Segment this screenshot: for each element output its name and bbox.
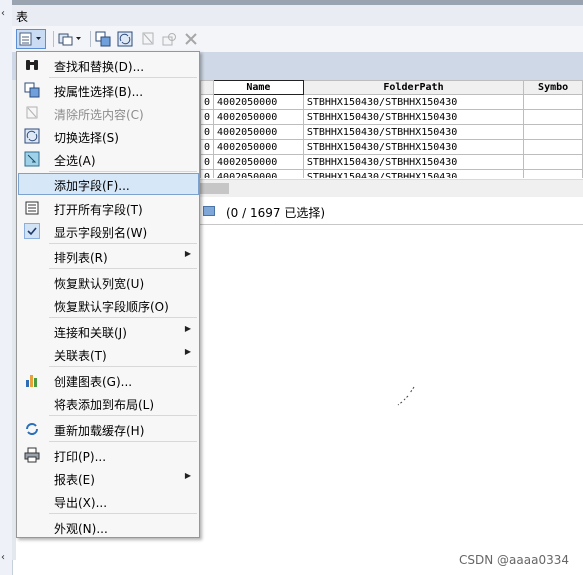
- switch-selection-icon: [117, 31, 133, 47]
- table-cell[interactable]: 0: [200, 154, 215, 170]
- table-cell[interactable]: 0: [200, 139, 215, 155]
- column-header-symbol[interactable]: Symbo: [523, 80, 583, 95]
- table-cell[interactable]: STBHHX150430/STBHHX150430: [302, 169, 525, 178]
- table-view-icon[interactable]: [203, 206, 215, 216]
- table-row[interactable]: 0 4002050000 STBHHX150430/STBHHX150430: [200, 169, 583, 178]
- table-toolbar: [12, 26, 583, 53]
- table-cell[interactable]: [523, 124, 583, 140]
- clear-selection-toolbar-button: [139, 29, 157, 49]
- submenu-arrow-icon: ▶: [184, 249, 191, 258]
- submenu-arrow-icon: ▶: [184, 347, 191, 356]
- table-row[interactable]: 0 4002050000 STBHHX150430/STBHHX150430: [200, 139, 583, 155]
- menu-item-appearance[interactable]: 外观(N)...: [18, 516, 199, 538]
- menu-item-add-field[interactable]: 添加字段(F)...: [18, 173, 199, 195]
- menu-item-restore-column-widths[interactable]: 恢复默认列宽(U): [18, 271, 199, 293]
- table-cell[interactable]: STBHHX150430/STBHHX150430: [302, 109, 525, 125]
- menu-item-print[interactable]: 打印(P)...: [18, 444, 199, 466]
- switch-selection-icon: [24, 128, 40, 144]
- table-cell[interactable]: 4002050000: [213, 109, 304, 125]
- table-row[interactable]: 0 4002050000 STBHHX150430/STBHHX150430: [200, 124, 583, 140]
- menu-item-switch-selection[interactable]: 切换选择(S): [18, 125, 199, 147]
- horizontal-scrollbar[interactable]: [200, 179, 583, 197]
- list-icon: [24, 200, 40, 216]
- menu-item-show-field-aliases[interactable]: 显示字段别名(W): [18, 220, 199, 242]
- menu-item-export[interactable]: 导出(X)...: [18, 490, 199, 512]
- table-cell[interactable]: 4002050000: [213, 154, 304, 170]
- menu-item-select-all[interactable]: 全选(A): [18, 148, 199, 170]
- column-header-folderpath[interactable]: FolderPath: [302, 80, 525, 95]
- printer-icon: [24, 447, 40, 463]
- bar-chart-icon: [24, 372, 40, 388]
- table-window-titlebar: 表: [12, 5, 583, 27]
- column-header-name[interactable]: Name: [213, 80, 304, 95]
- table-cell[interactable]: 0: [200, 169, 215, 178]
- table-row[interactable]: 0 4002050000 STBHHX150430/STBHHX150430: [200, 154, 583, 170]
- menu-item-select-by-attributes[interactable]: 按属性选择(B)...: [18, 79, 199, 101]
- table-cell[interactable]: [523, 154, 583, 170]
- table-cell[interactable]: [523, 169, 583, 178]
- table-options-icon: [19, 32, 41, 46]
- table-row[interactable]: 0 4002050000 STBHHX150430/STBHHX150430: [200, 94, 583, 110]
- menu-item-arrange-tables[interactable]: 排列表(R) ▶: [18, 245, 199, 267]
- menu-item-find-replace[interactable]: 查找和替换(D)...: [18, 54, 199, 76]
- table-cell[interactable]: 4002050000: [213, 139, 304, 155]
- related-tables-button[interactable]: [56, 29, 86, 49]
- delete-selected-toolbar-button: [182, 29, 200, 49]
- select-by-attributes-icon: [95, 31, 111, 47]
- table-cell[interactable]: [523, 139, 583, 155]
- refresh-icon: [24, 421, 40, 437]
- selection-count: (0 / 1697 已选择): [226, 206, 326, 220]
- table-cell[interactable]: STBHHX150430/STBHHX150430: [302, 124, 525, 140]
- table-cell[interactable]: STBHHX150430/STBHHX150430: [302, 94, 525, 110]
- table-options-button[interactable]: [16, 29, 46, 49]
- menu-item-create-graph[interactable]: 创建图表(G)...: [18, 369, 199, 391]
- select-by-attributes-icon: [24, 82, 40, 98]
- table-cell[interactable]: 0: [200, 109, 215, 125]
- scrollbar-thumb[interactable]: [200, 183, 229, 194]
- table-row[interactable]: 0 4002050000 STBHHX150430/STBHHX150430: [200, 109, 583, 125]
- menu-item-reports[interactable]: 报表(E) ▶: [18, 467, 199, 489]
- submenu-arrow-icon: ▶: [184, 324, 191, 333]
- clear-selection-icon: [24, 105, 40, 121]
- select-by-attributes-toolbar-button[interactable]: [94, 29, 112, 49]
- menu-item-clear-selection: 清除所选内容(C): [18, 102, 199, 124]
- chevron-left-icon[interactable]: ‹: [1, 8, 5, 19]
- select-all-icon: [24, 151, 40, 167]
- table-cell[interactable]: [523, 109, 583, 125]
- check-icon: [24, 223, 40, 239]
- table-cell[interactable]: 4002050000: [213, 94, 304, 110]
- watermark: CSDN @aaaa0334: [459, 553, 569, 567]
- attribute-table-grid[interactable]: Name FolderPath Symbo 0 4002050000 STBHHX1…: [200, 80, 583, 178]
- table-cell[interactable]: STBHHX150430/STBHHX150430: [302, 139, 525, 155]
- table-status-bar: (0 / 1697 已选择): [200, 200, 583, 225]
- table-header-row: Name FolderPath Symbo: [200, 80, 583, 95]
- menu-item-reload-cache[interactable]: 重新加载缓存(H): [18, 418, 199, 440]
- menu-item-restore-field-order[interactable]: 恢复默认字段顺序(O): [18, 294, 199, 316]
- table-cell[interactable]: 4002050000: [213, 124, 304, 140]
- delete-icon: [185, 33, 197, 45]
- zoom-to-selected-toolbar-button: [160, 29, 178, 49]
- menu-item-related-tables[interactable]: 关联表(T) ▶: [18, 343, 199, 365]
- column-header[interactable]: [200, 80, 215, 95]
- table-cell[interactable]: [523, 94, 583, 110]
- related-tables-icon: [58, 33, 81, 46]
- table-cell[interactable]: 0: [200, 124, 215, 140]
- submenu-arrow-icon: ▶: [184, 471, 191, 480]
- binoculars-icon: [24, 57, 40, 73]
- clear-selection-icon: [142, 32, 154, 45]
- table-options-menu: 查找和替换(D)... 按属性选择(B)... 清除所选内容(C) 切换选择(S…: [16, 51, 200, 538]
- table-cell[interactable]: STBHHX150430/STBHHX150430: [302, 154, 525, 170]
- cursor-artifact: [397, 386, 415, 406]
- menu-item-turn-all-fields-on[interactable]: 打开所有字段(T): [18, 197, 199, 219]
- table-cell[interactable]: 4002050000: [213, 169, 304, 178]
- window-title: 表: [16, 10, 29, 24]
- menu-item-joins-relates[interactable]: 连接和关联(J) ▶: [18, 320, 199, 342]
- chevron-left-icon[interactable]: ‹: [1, 552, 5, 563]
- menu-item-add-table-to-layout[interactable]: 将表添加到布局(L): [18, 392, 199, 414]
- zoom-selected-icon: [162, 33, 176, 46]
- table-cell[interactable]: 0: [200, 94, 215, 110]
- switch-selection-toolbar-button[interactable]: [116, 29, 134, 49]
